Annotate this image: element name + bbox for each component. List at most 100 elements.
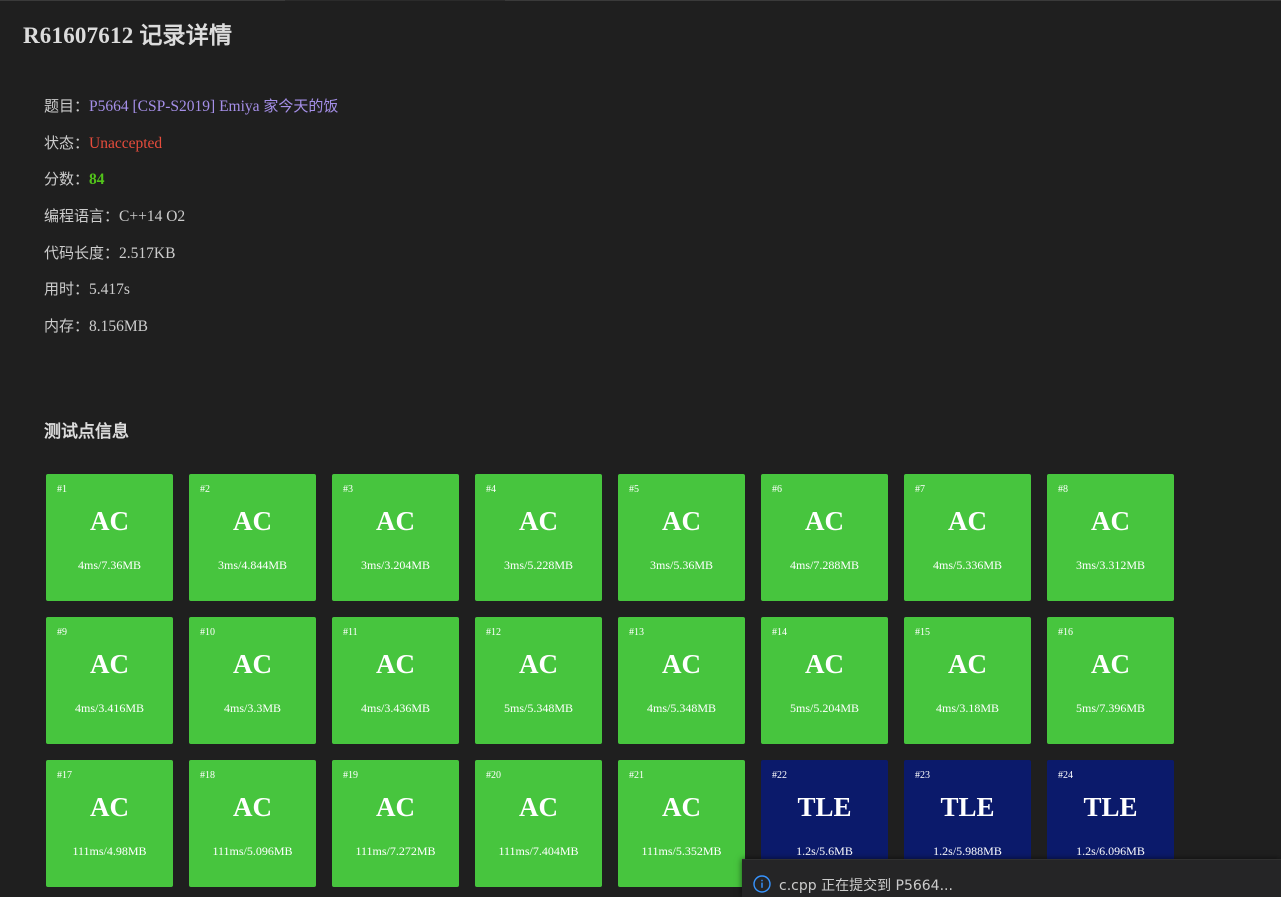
testcase-status: AC [233,792,272,822]
code-length-row: 代码长度：2.517KB [44,241,338,278]
testcase-id: #3 [343,484,353,495]
testcase-detail: 3ms/5.228MB [503,558,573,572]
testcase-card[interactable]: #3 AC 3ms/3.204MB [332,474,459,601]
testcase-card[interactable]: #4 AC 3ms/5.228MB [475,474,602,601]
score-value: 84 [89,171,105,189]
testcase-status: AC [90,792,129,822]
testcase-id: #10 [200,627,215,638]
testcase-card[interactable]: #6 AC 4ms/7.288MB [761,474,888,601]
status-row: 状态：Unaccepted [44,131,338,168]
testcase-status: AC [233,506,272,536]
testcase-card[interactable]: #20 AC 111ms/7.404MB [475,760,602,887]
testcase-id: #21 [629,770,644,781]
testcase-id: #13 [629,627,644,638]
testcase-card[interactable]: #8 AC 3ms/3.312MB [1047,474,1174,601]
testcase-id: #22 [772,770,787,781]
testcase-card[interactable]: #10 AC 4ms/3.3MB [189,617,316,744]
problem-name[interactable]: 家今天的饭 [263,97,338,115]
problem-label: 题目： [44,97,90,115]
testcase-status: AC [90,506,129,536]
problem-link[interactable]: P5664 [CSP-S2019] Emiya 家今天的饭 [89,97,338,115]
score-row: 分数：84 [44,167,338,204]
record-page: R61607612 记录详情 题目：P5664 [CSP-S2019] Emiy… [0,0,1281,897]
testcase-status: AC [1091,506,1130,536]
testcase-detail: 4ms/3.416MB [74,701,144,715]
testcase-id: #8 [1058,484,1068,495]
testcase-detail: 5ms/7.396MB [1075,701,1145,715]
testcase-card[interactable]: #14 AC 5ms/5.204MB [761,617,888,744]
testcase-card[interactable]: #21 AC 111ms/5.352MB [618,760,745,887]
testcase-status: AC [948,506,987,536]
testcase-status: AC [376,649,415,679]
testcase-id: #7 [915,484,925,495]
top-border [0,0,1281,1]
testcase-status: AC [90,649,129,679]
testcase-status: AC [519,792,558,822]
testcase-card[interactable]: #19 AC 111ms/7.272MB [332,760,459,887]
testcase-id: #1 [57,484,67,495]
testcase-id: #6 [772,484,782,495]
testcase-card[interactable]: #18 AC 111ms/5.096MB [189,760,316,887]
testcase-id: #23 [915,770,930,781]
testcase-status: AC [662,649,701,679]
testcase-detail: 3ms/3.312MB [1075,558,1145,572]
testcase-status: AC [1091,649,1130,679]
testcase-id: #12 [486,627,501,638]
testcase-id: #20 [486,770,501,781]
testcase-detail: 1.2s/6.096MB [1076,844,1145,858]
testcase-card[interactable]: #5 AC 3ms/5.36MB [618,474,745,601]
status-value: Unaccepted [89,134,163,152]
testcase-card[interactable]: #12 AC 5ms/5.348MB [475,617,602,744]
testcase-id: #11 [343,627,358,638]
testcase-id: #14 [772,627,787,638]
testcase-detail: 111ms/5.096MB [212,844,293,858]
testcase-card[interactable]: #11 AC 4ms/3.436MB [332,617,459,744]
testcase-id: #18 [200,770,215,781]
testcase-detail: 4ms/3.436MB [360,701,430,715]
testcase-status: TLE [797,792,852,822]
testcase-status: TLE [940,792,995,822]
testcase-card[interactable]: #16 AC 5ms/7.396MB [1047,617,1174,744]
testcase-card[interactable]: #9 AC 4ms/3.416MB [46,617,173,744]
problem-code[interactable]: P5664 [CSP-S2019] Emiya [89,98,263,115]
testcase-detail: 1.2s/5.988MB [933,844,1002,858]
testcase-detail: 5ms/5.204MB [789,701,859,715]
testcase-card[interactable]: #7 AC 4ms/5.336MB [904,474,1031,601]
testcase-status: AC [519,506,558,536]
code-length-label: 代码长度： [44,243,120,262]
testcase-detail: 4ms/3.18MB [935,701,999,715]
status-label: 状态： [44,133,90,152]
language-label: 编程语言： [44,207,120,226]
testcase-detail: 111ms/7.404MB [498,844,579,858]
testcase-status: AC [662,506,701,536]
testcase-card[interactable]: #2 AC 3ms/4.844MB [189,474,316,601]
testcase-detail: 3ms/5.36MB [649,558,713,572]
testcase-card[interactable]: #17 AC 111ms/4.98MB [46,760,173,887]
testcase-id: #15 [915,627,930,638]
testcase-status: AC [376,506,415,536]
testcase-id: #16 [1058,627,1073,638]
testcase-detail: 4ms/5.336MB [932,558,1002,572]
testcase-id: #2 [200,484,210,495]
testcase-card[interactable]: #15 AC 4ms/3.18MB [904,617,1031,744]
testcase-id: #19 [343,770,358,781]
top-border-segment [0,0,285,1]
record-info: 题目：P5664 [CSP-S2019] Emiya 家今天的饭 状态：Unac… [44,94,338,351]
testcase-grid: #1 AC 4ms/7.36MB #2 AC 3ms/4.844MB #3 AC 3ms/3.2… [46,474,1174,887]
problem-row: 题目：P5664 [CSP-S2019] Emiya 家今天的饭 [44,94,338,131]
language-row: 编程语言：C++14 O2 [44,204,338,241]
testcase-card[interactable]: #13 AC 4ms/5.348MB [618,617,745,744]
testcase-detail: 4ms/5.348MB [646,701,716,715]
notification-text: c.cpp 正在提交到 P5664... [779,878,953,894]
code-length-value: 2.517KB [119,244,176,262]
testcase-card[interactable]: #1 AC 4ms/7.36MB [46,474,173,601]
testcase-status: AC [948,649,987,679]
testcase-detail: 3ms/4.844MB [217,558,287,572]
testcase-detail: 1.2s/5.6MB [796,844,853,858]
testcase-detail: 5ms/5.348MB [503,701,573,715]
testcase-status: AC [805,506,844,536]
memory-label: 内存： [44,317,90,336]
testcase-id: #4 [486,484,496,495]
testcase-status: AC [376,792,415,822]
submit-notification[interactable]: c.cpp 正在提交到 P5664... [742,859,1281,897]
